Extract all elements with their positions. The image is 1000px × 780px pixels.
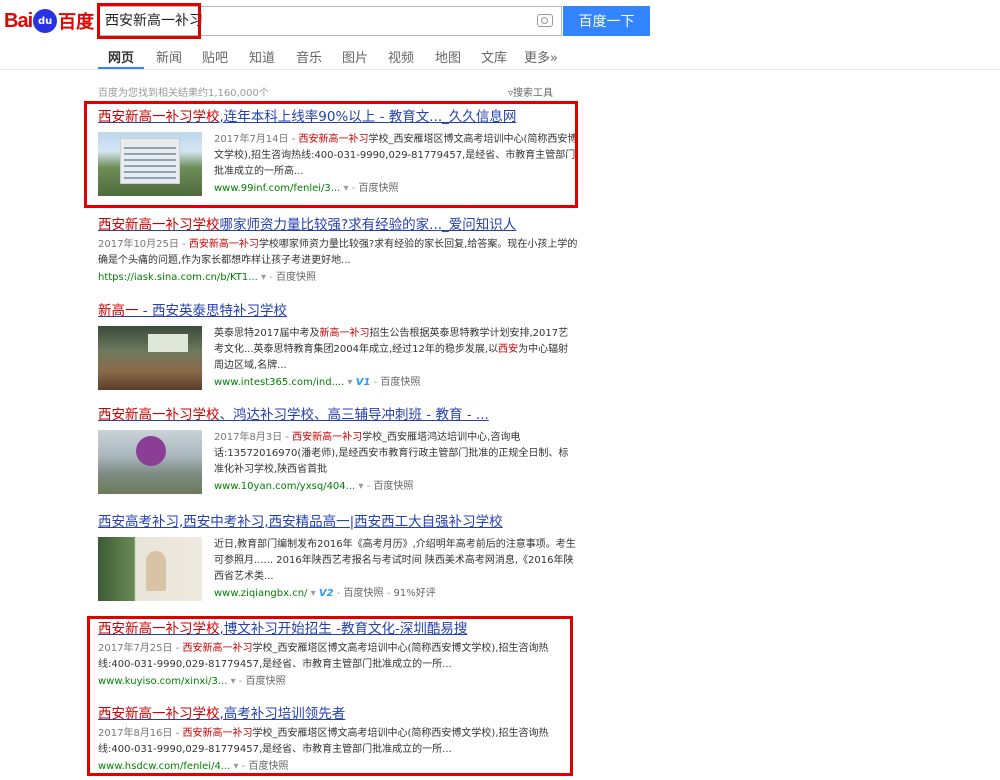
chevron-down-icon[interactable]: ▾ [234,761,239,772]
tab-wenku[interactable]: 文库 [481,47,507,66]
logo-bai: Bai [4,9,33,32]
chevron-down-icon[interactable]: ▾ [311,588,316,599]
result-url[interactable]: www.hsdcw.com/fenlei/4... [98,761,230,772]
snapshot-link[interactable]: 百度快照 [373,481,413,492]
chevron-down-icon[interactable]: ▾ [358,481,363,492]
snapshot-link[interactable]: 百度快照 [276,272,316,283]
nav-tabs: 网页 新闻 贴吧 知道 音乐 图片 视频 地图 文库 更多» [0,44,1000,70]
result-thumbnail[interactable] [98,326,202,390]
search-result: 西安高考补习,西安中考补习,西安精品高一|西安西工大自强补习学校 近日,教育部门… [98,513,578,601]
result-title[interactable]: 西安新高一补习学校,高考补习培训领先者 [98,705,578,723]
tab-tieba[interactable]: 贴吧 [202,47,228,66]
snapshot-link[interactable]: 百度快照 [359,183,399,194]
result-title[interactable]: 西安新高一补习学校,连年本科上线率90%以上 - 教育文..._久久信息网 [98,108,578,126]
chevron-down-icon[interactable]: ▾ [261,272,266,283]
snapshot-link[interactable]: 百度快照 [246,676,286,687]
result-thumbnail[interactable] [98,537,202,601]
result-snippet: 2017年8月16日 - 西安新高一补习学校_西安雁塔区博文高考培训中心(简称西… [98,728,549,755]
search-tools[interactable]: ▿搜索工具 [508,84,553,99]
verified-badge[interactable]: V2 [319,588,334,599]
snapshot-link[interactable]: 百度快照 [249,761,289,772]
search-result: 西安新高一补习学校、鸿达补习学校、高三辅导冲刺班 - 教育 - ... 2017… [98,406,578,494]
result-url[interactable]: www.99inf.com/fenlei/3... [214,183,340,194]
result-count: 百度为您找到相关结果约1,160,000个 [98,88,269,99]
result-thumbnail[interactable] [98,132,202,196]
chevron-down-icon[interactable]: ▾ [344,183,349,194]
baidu-logo[interactable]: Bai du 百度 [4,8,94,34]
tab-images[interactable]: 图片 [342,47,368,66]
search-input[interactable]: 西安新高一补习 [105,11,525,31]
result-title[interactable]: 西安高考补习,西安中考补习,西安精品高一|西安西工大自强补习学校 [98,513,578,531]
rating-link[interactable]: 91%好评 [394,588,436,599]
result-url[interactable]: www.intest365.com/ind.... [214,377,344,388]
search-button[interactable]: 百度一下 [563,6,650,36]
header: Bai du 百度 西安新高一补习 百度一下 [0,0,1000,44]
result-title[interactable]: 新高一 - 西安英泰思特补习学校 [98,302,578,320]
result-thumbnail[interactable] [98,430,202,494]
paw-icon: du [33,9,58,33]
result-snippet: 近日,教育部门编制发布2016年《高考月历》,介绍明年高考前后的注意事项。考生可… [214,539,576,582]
result-snippet: 2017年7月25日 - 西安新高一补习学校_西安雁塔区博文高考培训中心(简称西… [98,643,549,670]
result-url[interactable]: www.10yan.com/yxsq/404... [214,481,355,492]
result-url[interactable]: www.ziqiangbx.cn/ [214,588,307,599]
result-url[interactable]: www.kuyiso.com/xinxi/3... [98,676,227,687]
result-snippet: 英泰思特2017届中考及新高一补习招生公告根据英泰思特教学计划安排,2017艺考… [214,328,569,371]
result-title[interactable]: 西安新高一补习学校、鸿达补习学校、高三辅导冲刺班 - 教育 - ... [98,406,578,424]
active-tab-underline [98,67,144,69]
snapshot-link[interactable]: 百度快照 [344,588,384,599]
search-result: 新高一 - 西安英泰思特补习学校 英泰思特2017届中考及新高一补习招生公告根据… [98,302,578,390]
search-result: 西安新高一补习学校,连年本科上线率90%以上 - 教育文..._久久信息网 20… [98,108,578,196]
tab-more[interactable]: 更多» [524,47,558,66]
camera-icon[interactable] [537,14,553,27]
tab-news[interactable]: 新闻 [156,47,182,66]
result-snippet: 2017年7月14日 - 西安新高一补习学校_西安雁塔区博文高考培训中心(简称西… [214,134,578,177]
tab-web[interactable]: 网页 [108,47,134,66]
chevron-down-icon[interactable]: ▾ [347,377,352,388]
snapshot-link[interactable]: 百度快照 [380,377,420,388]
tab-zhidao[interactable]: 知道 [249,47,275,66]
search-result: 西安新高一补习学校,博文补习开始招生 -教育文化-深圳酷易搜 2017年7月25… [98,620,578,689]
tab-map[interactable]: 地图 [435,47,461,66]
chevron-down-icon[interactable]: ▾ [231,676,236,687]
logo-baidu-cn: 百度 [58,12,95,33]
result-title[interactable]: 西安新高一补习学校,博文补习开始招生 -教育文化-深圳酷易搜 [98,620,578,638]
search-tools-label: 搜索工具 [513,88,554,99]
search-result: 西安新高一补习学校哪家师资力量比较强?求有经验的家..._爱问知识人 2017年… [98,216,578,283]
result-title[interactable]: 西安新高一补习学校哪家师资力量比较强?求有经验的家..._爱问知识人 [98,216,578,234]
tab-music[interactable]: 音乐 [296,47,322,66]
result-snippet: 2017年8月3日 - 西安新高一补习学校_西安雁塔鸿达培训中心,咨询电话:13… [214,432,569,475]
tab-video[interactable]: 视频 [388,47,414,66]
search-box[interactable]: 西安新高一补习 [98,6,562,36]
result-url[interactable]: https://iask.sina.com.cn/b/KT1... [98,272,258,283]
result-snippet: 2017年10月25日 - 西安新高一补习学校哪家师资力量比较强?求有经验的家长… [98,239,578,266]
verified-badge[interactable]: V1 [356,377,371,388]
search-result: 西安新高一补习学校,高考补习培训领先者 2017年8月16日 - 西安新高一补习… [98,705,578,774]
